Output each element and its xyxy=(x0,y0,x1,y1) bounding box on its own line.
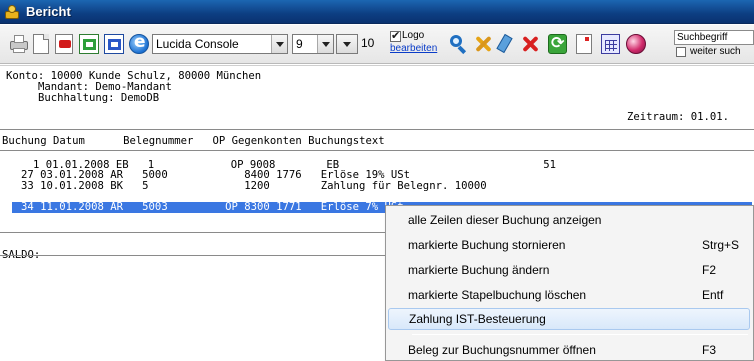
menu-item-show-all-lines[interactable]: alle Zeilen dieser Buchung anzeigen xyxy=(388,209,750,231)
menu-item-label: markierte Buchung stornieren xyxy=(408,238,566,252)
table-row[interactable]: 34 11.01.2008 AR 5003 OP 8300 1771 Erlös… xyxy=(21,202,404,213)
logo-option: Logo bearbeiten xyxy=(388,29,443,60)
font-size-dropdown-button[interactable] xyxy=(336,34,358,54)
menu-item-shortcut: F3 xyxy=(702,343,717,357)
search-input[interactable]: Suchbegriff xyxy=(674,30,754,45)
logo-label: Logo xyxy=(402,30,425,41)
divider xyxy=(0,255,386,256)
menu-separator xyxy=(412,334,748,335)
excel-export-icon[interactable] xyxy=(79,34,99,54)
calculator-icon[interactable] xyxy=(601,34,620,54)
chevron-down-icon[interactable] xyxy=(337,35,357,53)
zeitraum-label: Zeitraum: 01.01. xyxy=(627,111,730,123)
menu-item-edit[interactable]: markierte Buchung ändern F2 xyxy=(388,259,750,281)
menu-item-label: markierte Stapelbuchung löschen xyxy=(408,288,587,302)
buchhaltung-line: Buchhaltung: DemoDB xyxy=(38,92,160,104)
font-size-select[interactable]: 9 xyxy=(292,34,334,54)
new-document-icon[interactable] xyxy=(33,34,49,54)
divider xyxy=(0,129,754,130)
pen-icon[interactable] xyxy=(496,33,517,54)
chevron-down-icon[interactable] xyxy=(317,35,333,53)
pdf-export-icon[interactable] xyxy=(55,34,73,54)
font-size-alt-label: 10 xyxy=(361,36,375,50)
context-menu: alle Zeilen dieser Buchung anzeigen mark… xyxy=(385,205,754,361)
menu-item-ist-taxation[interactable]: Zahlung IST-Besteuerung xyxy=(388,308,750,330)
logo-edit-link[interactable]: bearbeiten xyxy=(390,43,437,54)
menu-item-delete-batch[interactable]: markierte Stapelbuchung löschen Entf xyxy=(388,284,750,306)
logo-checkbox[interactable] xyxy=(390,29,401,42)
menu-item-label: alle Zeilen dieser Buchung anzeigen xyxy=(408,213,602,227)
word-export-icon[interactable] xyxy=(104,34,124,54)
column-headers: Buchung Datum Belegnummer OP Gegenkonten… xyxy=(2,135,385,147)
font-name-select[interactable]: Lucida Console xyxy=(152,34,288,54)
ball-icon[interactable] xyxy=(626,34,646,54)
tools-icon[interactable] xyxy=(473,34,493,54)
divider xyxy=(0,150,754,151)
search-continue-checkbox[interactable] xyxy=(676,47,686,57)
chevron-down-icon[interactable] xyxy=(271,35,287,53)
menu-item-shortcut: F2 xyxy=(702,263,717,277)
window-title: Bericht xyxy=(26,4,71,19)
font-size-value: 9 xyxy=(296,37,303,51)
toolbar: Lucida Console 9 10 Logo bearbeiten Such… xyxy=(0,25,754,64)
menu-item-shortcut: Strg+S xyxy=(702,238,740,252)
delete-icon[interactable] xyxy=(520,34,540,54)
title-bar: Bericht xyxy=(0,0,754,24)
refresh-icon[interactable] xyxy=(548,33,567,54)
menu-item-label: Beleg zur Buchungsnummer öffnen xyxy=(408,343,596,357)
menu-item-label: Zahlung IST-Besteuerung xyxy=(409,312,546,326)
menu-item-shortcut: Entf xyxy=(702,288,724,302)
search-continue-label: weiter such xyxy=(690,46,741,57)
app-icon xyxy=(4,4,20,20)
table-row[interactable]: 33 10.01.2008 BK 5 1200 Zahlung für Bele… xyxy=(21,181,487,192)
menu-item-open-document[interactable]: Beleg zur Buchungsnummer öffnen F3 xyxy=(388,339,750,361)
font-name-value: Lucida Console xyxy=(156,37,239,51)
search-icon[interactable] xyxy=(448,34,468,55)
page-icon[interactable] xyxy=(576,34,592,54)
search-area: Suchbegriff weiter such xyxy=(674,30,754,62)
internet-explorer-icon[interactable] xyxy=(129,32,149,54)
menu-item-label: markierte Buchung ändern xyxy=(408,263,550,277)
menu-item-storno[interactable]: markierte Buchung stornieren Strg+S xyxy=(388,234,750,256)
divider xyxy=(0,232,386,233)
print-icon[interactable] xyxy=(9,34,29,54)
